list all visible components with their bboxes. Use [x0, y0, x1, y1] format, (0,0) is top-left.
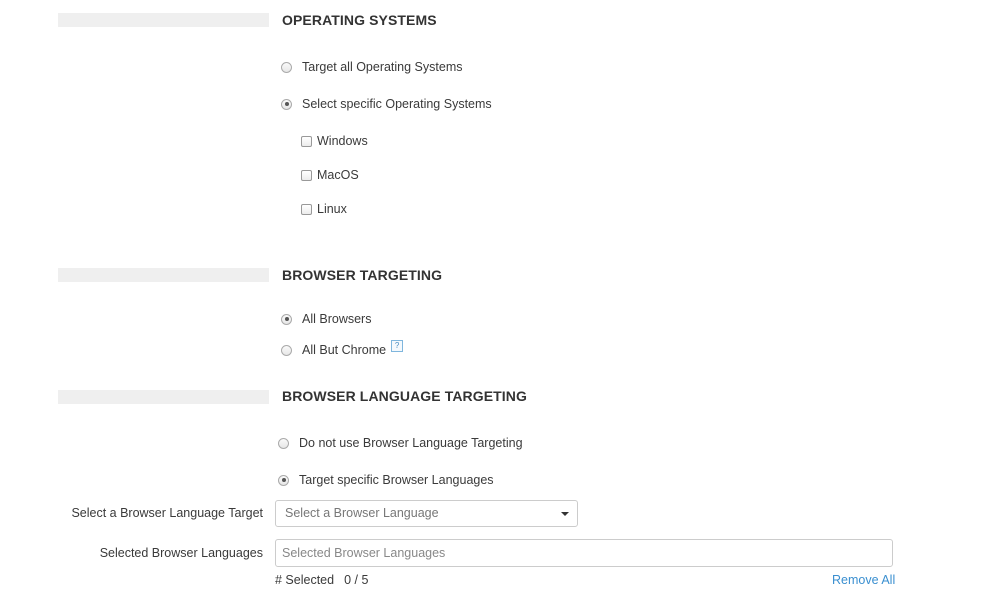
- os-linux-label: Linux: [317, 202, 347, 216]
- language-option-target-specific[interactable]: Target specific Browser Languages: [278, 473, 494, 487]
- radio-target-specific-languages[interactable]: [278, 474, 289, 486]
- language-select-label: Select a Browser Language Target: [71, 506, 263, 520]
- os-section-title: OPERATING SYSTEMS: [282, 12, 437, 28]
- remove-all-link[interactable]: Remove All: [832, 573, 895, 587]
- os-option-target-all[interactable]: Target all Operating Systems: [281, 60, 463, 74]
- browser-option-all-label: All Browsers: [302, 312, 372, 326]
- browser-section-title: BROWSER TARGETING: [282, 267, 443, 283]
- language-option-do-not-use-label: Do not use Browser Language Targeting: [299, 436, 523, 450]
- os-option-select-specific[interactable]: Select specific Operating Systems: [281, 97, 492, 111]
- os-checkbox-windows[interactable]: Windows: [301, 134, 368, 148]
- os-option-target-all-label: Target all Operating Systems: [302, 60, 463, 74]
- os-checkbox-linux[interactable]: Linux: [301, 202, 347, 216]
- checkbox-linux[interactable]: [301, 203, 312, 215]
- browser-option-all[interactable]: All Browsers: [281, 312, 371, 326]
- language-section-title: BROWSER LANGUAGE TARGETING: [282, 388, 528, 404]
- selected-count: # Selected 0 / 5: [275, 573, 368, 587]
- os-checkbox-macos[interactable]: MacOS: [301, 168, 359, 182]
- language-option-target-specific-label: Target specific Browser Languages: [299, 473, 494, 487]
- radio-all-browsers[interactable]: [281, 313, 292, 325]
- os-windows-label: Windows: [317, 134, 368, 148]
- radio-select-specific-os[interactable]: [281, 98, 292, 110]
- help-icon[interactable]: ?: [391, 340, 404, 352]
- os-macos-label: MacOS: [317, 168, 359, 182]
- radio-target-all-os[interactable]: [281, 61, 292, 73]
- selected-count-label: # Selected: [275, 573, 335, 587]
- browser-option-all-but-chrome[interactable]: All But Chrome ?: [281, 340, 404, 357]
- browser-language-select-value: Select a Browser Language: [285, 506, 439, 520]
- language-section-bar: [58, 390, 269, 404]
- selected-count-value: 0 / 5: [344, 573, 369, 587]
- selected-languages-label: Selected Browser Languages: [99, 546, 263, 560]
- selected-languages-input[interactable]: [275, 539, 893, 567]
- radio-no-language-targeting[interactable]: [278, 437, 289, 449]
- os-option-select-specific-label: Select specific Operating Systems: [302, 97, 492, 111]
- checkbox-windows[interactable]: [301, 135, 312, 147]
- browser-option-all-but-chrome-label: All But Chrome: [302, 343, 387, 357]
- checkbox-macos[interactable]: [301, 169, 312, 181]
- targeting-settings-page: OPERATING SYSTEMS Target all Operating S…: [0, 0, 985, 602]
- browser-language-select[interactable]: Select a Browser Language: [275, 500, 578, 527]
- browser-section-bar: [58, 268, 269, 282]
- language-option-do-not-use[interactable]: Do not use Browser Language Targeting: [278, 436, 523, 450]
- chevron-down-icon: [561, 512, 569, 516]
- radio-all-but-chrome[interactable]: [281, 344, 292, 356]
- os-section-bar: [58, 13, 269, 27]
